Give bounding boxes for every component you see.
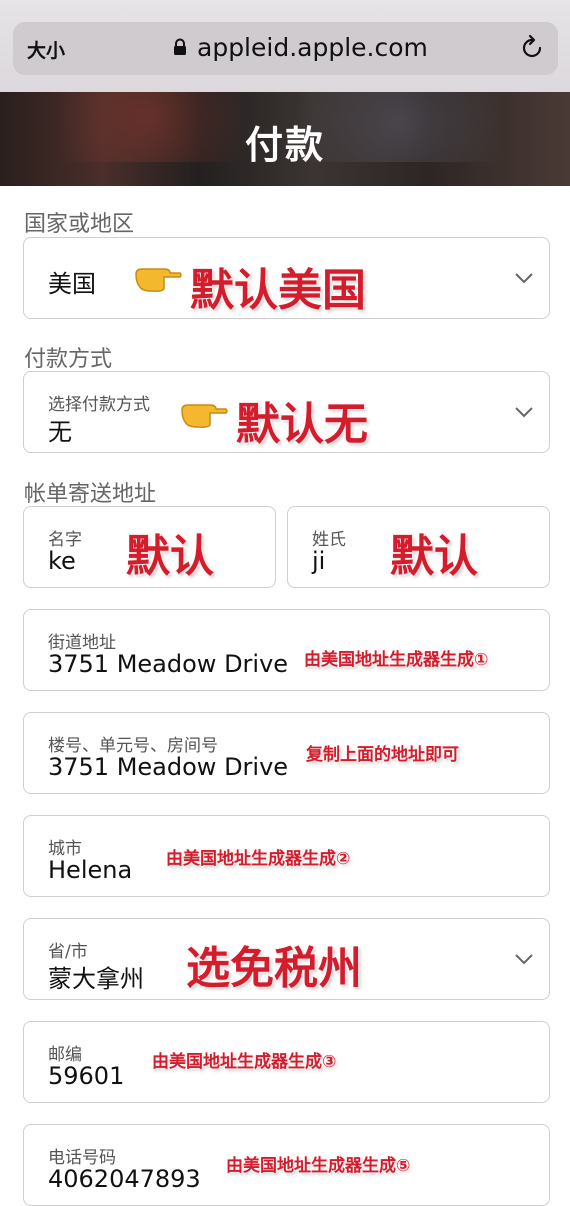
phone-value: 4062047893 [48,1165,201,1193]
reload-icon[interactable] [518,34,546,62]
annotation-city: 由美国地址生成器生成② [166,849,351,869]
chevron-down-icon [515,273,533,284]
apartment-field[interactable]: 楼号、单元号、房间号 3751 Meadow Drive [23,712,550,794]
apartment-value: 3751 Meadow Drive [48,753,289,781]
last-name-value: ji [312,547,326,575]
payment-method-value: 无 [48,418,72,446]
annotation-state: 选免税州 [186,943,362,994]
annotation-phone: 由美国地址生成器生成⑤ [226,1156,411,1176]
payment-section-label: 付款方式 [24,347,113,372]
zip-value: 59601 [48,1062,125,1090]
page-header: 付款 [0,92,570,186]
state-value: 蒙大拿州 [48,965,144,993]
chevron-down-icon [515,407,533,418]
annotation-zip: 由美国地址生成器生成③ [152,1052,337,1072]
city-value: Helena [48,856,133,884]
address-bar[interactable]: 大小 appleid.apple.com [13,22,558,75]
annotation-country: 默认美国 [190,265,366,316]
first-name-value: ke [48,547,76,575]
url-text: appleid.apple.com [197,33,428,62]
lock-icon [174,38,186,55]
annotation-payment: 默认无 [236,399,368,450]
pointing-hand-icon [181,404,228,428]
country-value: 美国 [48,270,96,298]
country-section-label: 国家或地区 [24,212,135,237]
annotation-first-name: 默认 [126,531,214,582]
text-size-button[interactable]: 大小 [27,36,65,63]
page-title: 付款 [244,123,325,167]
annotation-apartment: 复制上面的地址即可 [306,745,459,765]
billing-section-label: 帐单寄送地址 [24,482,157,507]
browser-toolbar: 大小 appleid.apple.com [0,0,570,92]
annotation-last-name: 默认 [390,531,478,582]
chevron-down-icon [515,954,533,965]
pointing-hand-icon [135,268,182,292]
annotation-street: 由美国地址生成器生成① [304,650,489,670]
street-address-value: 3751 Meadow Drive [48,650,289,678]
